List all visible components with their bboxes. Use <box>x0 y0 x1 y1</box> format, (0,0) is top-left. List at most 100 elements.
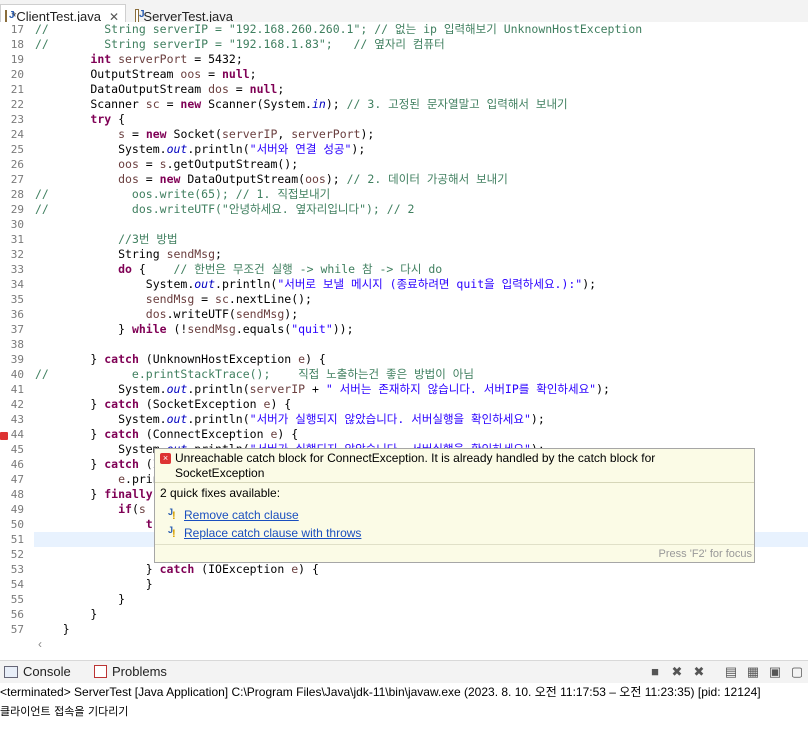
code-line: 27 dos = new DataOutputStream(oos); // 2… <box>0 172 808 187</box>
code-text: String sendMsg; <box>35 247 222 261</box>
quickfix-hover: × Unreachable catch block for ConnectExc… <box>154 448 755 563</box>
code-text: // oos.write(65); // 1. 직접보내기 <box>35 187 331 201</box>
code-line: 35 sendMsg = sc.nextLine(); <box>0 292 808 307</box>
code-text: // dos.writeUTF("안녕하세요. 옆자리입니다"); // 2 <box>35 202 415 216</box>
code-text: Scanner sc = new Scanner(System.in); // … <box>35 97 568 111</box>
quick-fix-replace-throws[interactable]: Replace catch clause with throws <box>168 525 361 541</box>
code-line: 43 System.out.println("서버가 실행되지 않았습니다. 서… <box>0 412 808 427</box>
pin-icon[interactable]: ▣ <box>768 665 782 679</box>
code-line: 40 // e.printStackTrace(); 직접 노출하는건 좋은 방법… <box>0 367 808 382</box>
line-number: 57 <box>10 623 24 636</box>
code-line: 39 } catch (UnknownHostException e) { <box>0 352 808 367</box>
line-number: 41 <box>10 383 24 396</box>
console-icon <box>4 665 18 678</box>
code-text: //3번 방법 <box>118 232 178 246</box>
code-text: System.out.println("서버로 보낼 메시지 (종료하려면 qu… <box>35 277 597 291</box>
code-line: 21 DataOutputStream dos = null; <box>0 82 808 97</box>
code-line: 25 System.out.println("서버와 연결 성공"); <box>0 142 808 157</box>
line-number: 36 <box>10 308 24 321</box>
code-line: 42 } catch (SocketException e) { <box>0 397 808 412</box>
quick-fix-link[interactable]: Remove catch clause <box>184 508 299 522</box>
code-text: oos = s.getOutputStream(); <box>118 157 299 171</box>
tab-problems[interactable]: Problems <box>94 664 167 679</box>
line-number: 45 <box>10 443 24 456</box>
code-text: do { // 한번은 무조건 실행 -> while 참 -> 다시 do <box>118 262 443 276</box>
code-line: 37 } while (!sendMsg.equals("quit")); <box>0 322 808 337</box>
code-line: 17 // String serverIP = "192.168.260.260.… <box>0 22 808 37</box>
line-number: 22 <box>10 98 24 111</box>
code-text: } <box>35 622 70 636</box>
code-text: System.out.println("서버와 연결 성공"); <box>35 142 366 156</box>
code-line: 41 System.out.println(serverIP + " 서버는 존… <box>0 382 808 397</box>
code-line: 28 // oos.write(65); // 1. 직접보내기 <box>0 187 808 202</box>
line-number: 35 <box>10 293 24 306</box>
code-line: 22 Scanner sc = new Scanner(System.in); … <box>0 97 808 112</box>
code-line: 31 //3번 방법 <box>0 232 808 247</box>
line-number: 34 <box>10 278 24 291</box>
line-number: 23 <box>10 113 24 126</box>
hover-message: Unreachable catch block for ConnectExcep… <box>175 451 656 480</box>
word-wrap-icon[interactable]: ▦ <box>746 665 760 679</box>
line-number: 52 <box>10 548 24 561</box>
line-number: 53 <box>10 563 24 576</box>
line-number: 44 <box>10 428 24 441</box>
console-status: <terminated> ServerTest [Java Applicatio… <box>0 685 761 699</box>
quick-fix-link[interactable]: Replace catch clause with throws <box>184 526 361 540</box>
code-text: sendMsg = sc.nextLine(); <box>145 292 312 306</box>
code-text: // String serverIP = "192.168.260.260.1"… <box>35 22 643 36</box>
problems-icon <box>94 665 107 678</box>
code-text: try { <box>90 112 126 126</box>
console-tab-label: Console <box>23 664 71 679</box>
code-line: 32 String sendMsg; <box>0 247 808 262</box>
line-number: 25 <box>10 143 24 156</box>
code-line: 33 do { // 한번은 무조건 실행 -> while 참 -> 다시 d… <box>0 262 808 277</box>
remove-all-icon[interactable]: ✖ <box>692 665 706 679</box>
code-line: 34 System.out.println("서버로 보낼 메시지 (종료하려면… <box>0 277 808 292</box>
terminate-icon[interactable]: ■ <box>648 665 662 679</box>
horizontal-scrollbar[interactable]: ‹ <box>30 637 808 651</box>
line-number: 32 <box>10 248 24 261</box>
line-number: 38 <box>10 338 24 351</box>
code-text: } catch (UnknownHostException e) { <box>35 352 326 366</box>
line-number: 39 <box>10 353 24 366</box>
code-line: 30 <box>0 217 808 232</box>
line-number: 19 <box>10 53 24 66</box>
error-icon[interactable] <box>0 432 8 440</box>
line-number: 51 <box>10 533 24 546</box>
code-line: 53 } catch (IOException e) { <box>0 562 808 577</box>
quick-fix-remove-catch[interactable]: Remove catch clause <box>168 507 299 523</box>
divider <box>155 482 754 483</box>
code-text: } <box>35 607 98 621</box>
tab-console[interactable]: Console <box>4 664 71 679</box>
line-number: 24 <box>10 128 24 141</box>
divider <box>155 544 754 545</box>
code-line: 23 try { <box>0 112 808 127</box>
quick-fixes-title: 2 quick fixes available: <box>160 486 281 500</box>
code-text: System.out.println(serverIP + " 서버는 존재하지… <box>35 382 610 396</box>
line-number: 48 <box>10 488 24 501</box>
code-text: DataOutputStream dos = null; <box>35 82 285 96</box>
line-number: 46 <box>10 458 24 471</box>
line-number: 49 <box>10 503 24 516</box>
code-line: 20 OutputStream oos = null; <box>0 67 808 82</box>
remove-launch-icon[interactable]: ✖ <box>670 665 684 679</box>
line-number: 43 <box>10 413 24 426</box>
code-text: } <box>35 592 126 606</box>
line-number: 30 <box>10 218 24 231</box>
scroll-left-icon[interactable]: ‹ <box>38 637 42 651</box>
console-output: 클라이언트 접속을 기다리기 <box>0 705 129 718</box>
line-number: 21 <box>10 83 24 96</box>
java-file-icon <box>135 9 146 23</box>
line-number: 42 <box>10 398 24 411</box>
open-console-icon[interactable]: ▢ <box>790 665 804 679</box>
code-text: // e.printStackTrace(); 직접 노출하는건 좋은 방법이 … <box>35 367 474 381</box>
code-text: } catch (ConnectException e) { <box>35 427 299 441</box>
code-line: 57 } <box>0 622 808 636</box>
code-line: 18 // String serverIP = "192.168.1.83"; /… <box>0 37 808 52</box>
quickfix-icon <box>168 525 178 540</box>
line-number: 29 <box>10 203 24 216</box>
scroll-lock-icon[interactable]: ▤ <box>724 665 738 679</box>
code-text: // String serverIP = "192.168.1.83"; // … <box>35 37 445 51</box>
line-number: 40 <box>10 368 24 381</box>
code-text: } <box>35 577 153 591</box>
